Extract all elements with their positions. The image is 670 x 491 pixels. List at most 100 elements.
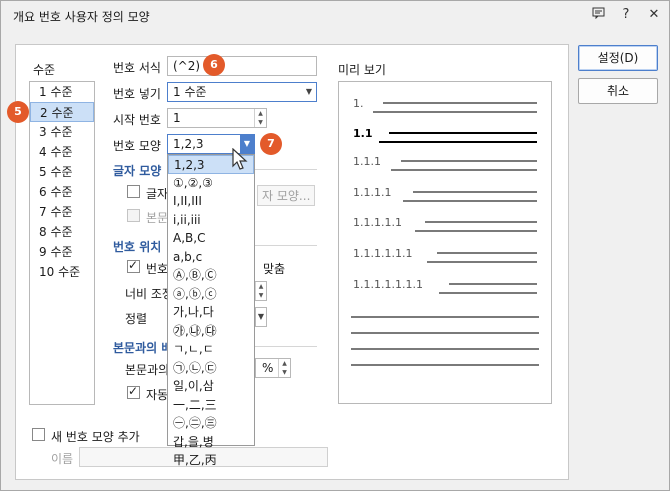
cancel-button[interactable]: 취소 (578, 78, 658, 104)
levels-list[interactable]: 1 수준 2 수준 3 수준 4 수준 5 수준 6 수준 7 수준 8 수준 9 수준 10 수… (29, 81, 95, 405)
question-icon[interactable]: ? (619, 7, 633, 23)
title-bar: 개요 번호 사용자 정의 모양 ? ✕ (1, 1, 669, 31)
level-item[interactable]: 8 수준 (30, 222, 94, 242)
level-item[interactable]: 5 수준 (30, 162, 94, 182)
stepper-icon[interactable]: ▲ ▼ (278, 359, 290, 377)
outline-number-dialog: 개요 번호 사용자 정의 모양 ? ✕ 수준 1 수준 2 수준 3 수준 4 수준 5… (0, 0, 670, 491)
preview-line (413, 191, 537, 193)
preview-line (425, 221, 537, 223)
preview-line (383, 102, 537, 104)
preview-line (437, 252, 537, 254)
auto-checkbox[interactable] (127, 384, 140, 399)
add-shape-label: 새 번호 모양 추가 (51, 430, 140, 444)
align-suffix-label: 맞춤 (263, 262, 286, 276)
preview-number: 1.1.1.1 (353, 186, 392, 199)
preview-row: 1.1.1 (353, 155, 537, 171)
preview-line (389, 132, 537, 134)
levels-heading: 수준 (33, 63, 56, 77)
preview-line (415, 230, 537, 232)
preview-number: 1.1.1.1.1.1 (353, 247, 413, 260)
start-number-input[interactable]: 1 ▲ ▼ (167, 108, 267, 128)
level-item[interactable]: 2 수준 (30, 102, 94, 122)
body-check-label: 본문 (146, 211, 169, 225)
number-position-checkbox[interactable] (127, 258, 140, 273)
annotation-badge-format: 6 (203, 54, 225, 76)
preview-line (403, 200, 537, 202)
dropdown-option[interactable]: i,ii,iii (168, 211, 254, 230)
char-checkbox[interactable] (127, 185, 140, 198)
annotation-badge-shape: 7 (260, 133, 282, 155)
preview-body-line (351, 332, 539, 334)
preview-row: 1.1.1.1.1 (353, 216, 537, 232)
format-input[interactable]: (^2) (167, 56, 317, 76)
preview-box: 1. 1.1 1.1.1 1.1.1.1 1.1.1.1.1 1.1.1.1.1.1 1.1… (338, 81, 552, 404)
align-combo[interactable]: ▼ (255, 307, 267, 327)
align-label: 정렬 (125, 312, 148, 326)
level-item[interactable]: 3 수준 (30, 122, 94, 142)
dropdown-option[interactable]: I,II,III (168, 192, 254, 211)
preview-line (373, 111, 537, 113)
mouse-cursor-icon (232, 148, 248, 170)
preview-number: 1.1.1.1.1 (353, 216, 402, 229)
add-shape-checkbox[interactable] (32, 428, 45, 441)
dropdown-option[interactable]: ⓐ,ⓑ,ⓒ (168, 285, 254, 304)
level-item[interactable]: 10 수준 (30, 262, 94, 282)
preview-line (391, 169, 537, 171)
number-position-check-label: 번호 (146, 262, 169, 276)
dropdown-option[interactable]: ㄱ,ㄴ,ㄷ (168, 340, 254, 359)
start-label: 시작 번호 (113, 113, 161, 127)
preview-line (427, 261, 537, 263)
preview-body-line (351, 348, 539, 350)
ok-button[interactable]: 설정(D) (578, 45, 658, 71)
width-adjust-label: 너비 조정 (125, 287, 173, 301)
preview-line (439, 292, 537, 294)
shape-label: 번호 모양 (113, 139, 161, 153)
preview-row: 1.1.1.1.1.1.1 (353, 278, 537, 294)
dropdown-option[interactable]: 一,二,三 (168, 396, 254, 415)
number-position-heading: 번호 위치 (113, 240, 162, 254)
body-spacing-heading: 본문과의 배 (113, 341, 173, 355)
distance-input[interactable]: % ▲ ▼ (255, 358, 291, 378)
level-item[interactable]: 4 수준 (30, 142, 94, 162)
chevron-down-icon: ▼ (305, 87, 312, 96)
dropdown-option[interactable]: 가,나,다 (168, 303, 254, 322)
dialog-title: 개요 번호 사용자 정의 모양 (13, 10, 150, 24)
char-shape-heading: 글자 모양 (113, 164, 162, 178)
dropdown-option[interactable]: ㉮,㉯,㉰ (168, 322, 254, 341)
dropdown-option[interactable]: a,b,c (168, 248, 254, 267)
level-item[interactable]: 9 수준 (30, 242, 94, 262)
close-icon[interactable]: ✕ (647, 7, 661, 23)
dropdown-option[interactable]: Ⓐ,Ⓑ,Ⓒ (168, 266, 254, 285)
width-stepper[interactable]: ▲ ▼ (255, 281, 267, 301)
preview-line (379, 141, 537, 143)
level-item[interactable]: 6 수준 (30, 182, 94, 202)
dropdown-option[interactable]: A,B,C (168, 229, 254, 248)
preview-number: 1.1 (353, 127, 373, 140)
char-check-label: 글자 (146, 187, 169, 201)
preview-number: 1. (353, 97, 364, 110)
body-checkbox (127, 209, 140, 222)
format-label: 번호 서식 (113, 61, 161, 75)
dropdown-option[interactable]: ㊀,㊁,㊂ (168, 414, 254, 433)
char-shape-button[interactable]: 자 모양... (257, 185, 316, 206)
insert-combo[interactable]: 1 수준 ▼ (167, 82, 317, 102)
title-bar-icons: ? ✕ (591, 7, 661, 23)
level-item[interactable]: 1 수준 (30, 82, 94, 102)
help-chat-icon[interactable] (591, 7, 605, 23)
dropdown-option[interactable]: 갑,을,병 (168, 433, 254, 452)
stepper-icon[interactable]: ▲ ▼ (255, 282, 266, 300)
preview-row: 1.1.1.1 (353, 186, 537, 202)
dropdown-option[interactable]: 甲,乙,丙 (168, 451, 254, 470)
shape-dropdown-list[interactable]: 1,2,3 ①,②,③ I,II,III i,ii,iii A,B,C a,b,c Ⓐ,Ⓑ,… (167, 154, 255, 467)
preview-heading: 미리 보기 (338, 63, 386, 77)
annotation-badge-levels: 5 (7, 101, 29, 123)
dropdown-option[interactable]: ①,②,③ (168, 174, 254, 193)
name-label: 이름 (51, 452, 74, 466)
auto-label: 자동 (146, 388, 169, 402)
preview-number: 1.1.1.1.1.1.1 (353, 278, 423, 291)
preview-row: 1.1.1.1.1.1 (353, 247, 537, 263)
stepper-icon[interactable]: ▲ ▼ (254, 109, 266, 127)
level-item[interactable]: 7 수준 (30, 202, 94, 222)
dropdown-option[interactable]: 일,이,삼 (168, 377, 254, 396)
dropdown-option[interactable]: ㉠,㉡,㉢ (168, 359, 254, 378)
